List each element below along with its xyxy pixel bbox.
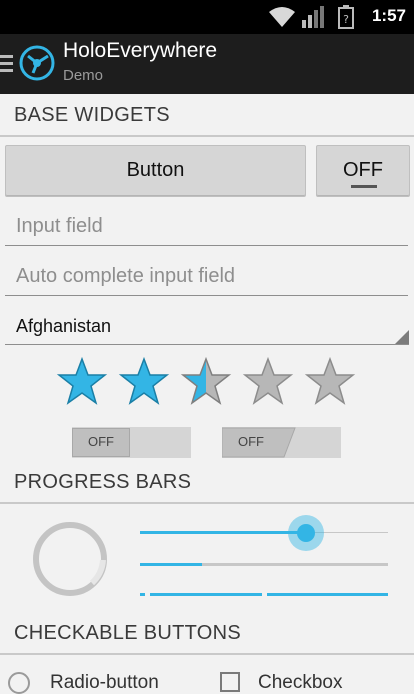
battery-icon: ? — [338, 5, 354, 29]
switch-2[interactable]: OFF — [222, 427, 341, 458]
checkbox[interactable] — [220, 672, 240, 692]
status-bar: ? 1:57 — [0, 0, 414, 34]
section-title: BASE WIDGETS — [14, 104, 170, 126]
switch-1[interactable]: OFF — [72, 427, 191, 458]
seek-progress — [140, 531, 306, 534]
toggle-indicator — [351, 185, 377, 188]
app-title: HoloEverywhere — [63, 39, 218, 62]
action-bar: HoloEverywhere Demo — [0, 34, 414, 94]
autocomplete-input[interactable] — [5, 258, 408, 296]
standard-button[interactable]: Button — [5, 145, 306, 197]
star-icon-1[interactable] — [56, 356, 108, 408]
circular-progress-indicator — [33, 522, 107, 596]
section-header-progress-bars: PROGRESS BARS — [0, 464, 414, 504]
switch-1-label: OFF — [88, 434, 114, 449]
star-icon-4[interactable] — [242, 356, 294, 408]
section-title: PROGRESS BARS — [14, 471, 192, 493]
star-icon-3-half[interactable] — [180, 356, 232, 408]
star-icon-5[interactable] — [304, 356, 356, 408]
section-header-base-widgets: BASE WIDGETS — [0, 97, 414, 137]
radio-button-label[interactable]: Radio-button — [50, 672, 159, 694]
app-logo-icon[interactable] — [19, 45, 55, 81]
star-icon-2[interactable] — [118, 356, 170, 408]
wifi-icon — [269, 7, 295, 27]
switch-2-label: OFF — [238, 434, 264, 449]
dropdown-arrow-icon — [395, 330, 409, 344]
clock: 1:57 — [371, 6, 406, 25]
horizontal-progress-fill — [140, 563, 202, 566]
horizontal-progress-bar — [140, 563, 388, 566]
toggle-button[interactable]: OFF — [316, 145, 410, 197]
app-subtitle: Demo — [63, 67, 104, 84]
signal-icon — [302, 6, 324, 28]
section-title: CHECKABLE BUTTONS — [14, 622, 242, 644]
toggle-button-label: OFF — [343, 159, 383, 181]
seek-thumb[interactable] — [288, 515, 324, 551]
rating-bar[interactable] — [56, 356, 356, 408]
radio-button[interactable] — [8, 672, 30, 694]
country-spinner[interactable]: Afghanistan — [5, 312, 409, 345]
svg-text:?: ? — [343, 13, 349, 26]
drawer-menu-icon[interactable] — [0, 54, 14, 74]
checkbox-label[interactable]: Checkbox — [258, 672, 343, 694]
spinner-selected-value: Afghanistan — [16, 316, 112, 336]
text-input[interactable] — [5, 208, 408, 246]
section-header-checkable-buttons: CHECKABLE BUTTONS — [0, 615, 414, 655]
